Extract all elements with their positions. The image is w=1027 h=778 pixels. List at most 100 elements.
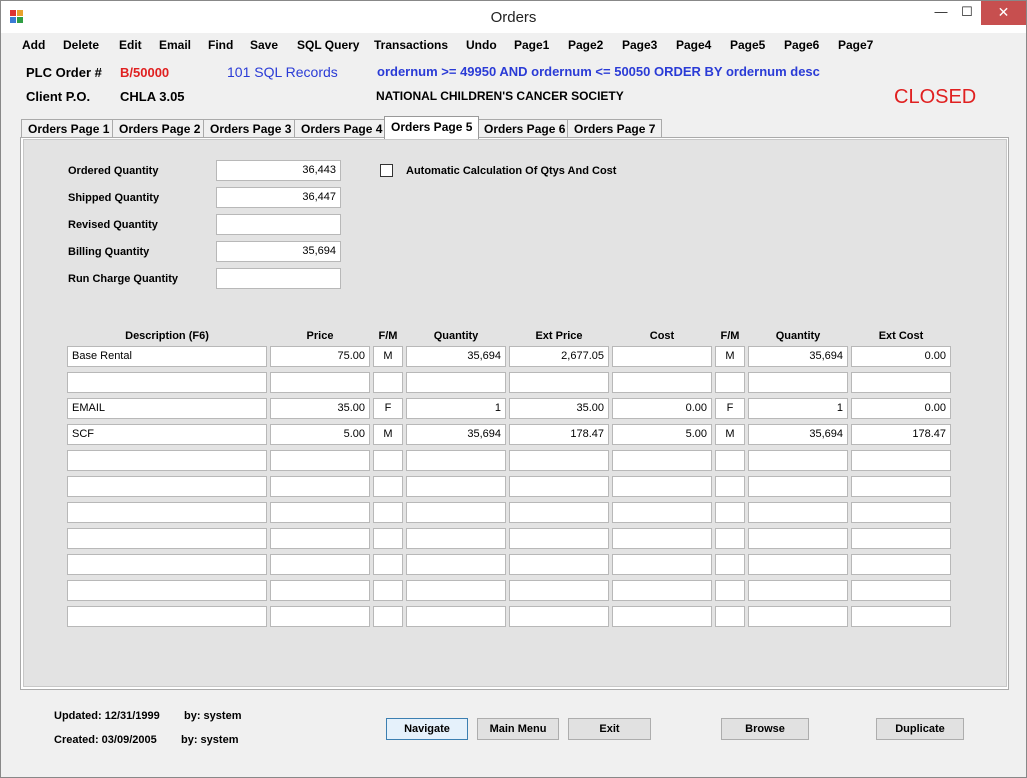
grid-cell-price-fm[interactable]: M bbox=[373, 346, 403, 367]
browse-button[interactable]: Browse bbox=[721, 718, 809, 740]
grid-cell-cost[interactable] bbox=[612, 580, 712, 601]
grid-cell-price[interactable] bbox=[270, 502, 370, 523]
grid-cell-cost-fm[interactable] bbox=[715, 372, 745, 393]
grid-cell-cost-fm[interactable] bbox=[715, 580, 745, 601]
grid-cell-quantity[interactable]: 35,694 bbox=[406, 346, 506, 367]
menu-transactions[interactable]: Transactions bbox=[374, 38, 448, 52]
grid-cell-quantity[interactable] bbox=[406, 476, 506, 497]
grid-cell-cost-fm[interactable]: F bbox=[715, 398, 745, 419]
grid-cell-description[interactable] bbox=[67, 606, 267, 627]
tab-orders-page-6[interactable]: Orders Page 6 bbox=[477, 119, 573, 138]
menu-page3[interactable]: Page3 bbox=[622, 38, 657, 52]
ordered-quantity-field[interactable]: 36,443 bbox=[216, 160, 341, 181]
grid-cell-description[interactable]: EMAIL bbox=[67, 398, 267, 419]
grid-cell-description[interactable] bbox=[67, 502, 267, 523]
menu-save[interactable]: Save bbox=[250, 38, 278, 52]
auto-calc-checkbox[interactable] bbox=[380, 164, 393, 177]
grid-cell-cost-quantity[interactable] bbox=[748, 372, 848, 393]
tab-orders-page-2[interactable]: Orders Page 2 bbox=[112, 119, 208, 138]
main-menu-button[interactable]: Main Menu bbox=[477, 718, 559, 740]
grid-cell-quantity[interactable]: 1 bbox=[406, 398, 506, 419]
grid-cell-quantity[interactable] bbox=[406, 372, 506, 393]
grid-cell-cost-quantity[interactable] bbox=[748, 528, 848, 549]
grid-cell-cost[interactable]: 0.00 bbox=[612, 398, 712, 419]
grid-cell-cost-fm[interactable] bbox=[715, 554, 745, 575]
grid-cell-ext-price[interactable] bbox=[509, 554, 609, 575]
grid-cell-description[interactable] bbox=[67, 580, 267, 601]
menu-page7[interactable]: Page7 bbox=[838, 38, 873, 52]
run-charge-quantity-field[interactable] bbox=[216, 268, 341, 289]
grid-cell-cost-quantity[interactable] bbox=[748, 554, 848, 575]
grid-cell-cost-fm[interactable] bbox=[715, 606, 745, 627]
grid-cell-ext-price[interactable] bbox=[509, 528, 609, 549]
grid-cell-price[interactable] bbox=[270, 476, 370, 497]
grid-cell-ext-price[interactable] bbox=[509, 502, 609, 523]
tab-orders-page-3[interactable]: Orders Page 3 bbox=[203, 119, 299, 138]
grid-cell-cost-quantity[interactable]: 35,694 bbox=[748, 346, 848, 367]
duplicate-button[interactable]: Duplicate bbox=[876, 718, 964, 740]
grid-cell-price[interactable] bbox=[270, 450, 370, 471]
grid-cell-cost-fm[interactable] bbox=[715, 502, 745, 523]
grid-cell-description[interactable] bbox=[67, 372, 267, 393]
grid-cell-description[interactable] bbox=[67, 450, 267, 471]
grid-cell-quantity[interactable] bbox=[406, 450, 506, 471]
menu-page4[interactable]: Page4 bbox=[676, 38, 711, 52]
menu-add[interactable]: Add bbox=[22, 38, 45, 52]
grid-cell-price-fm[interactable] bbox=[373, 554, 403, 575]
grid-cell-quantity[interactable] bbox=[406, 606, 506, 627]
grid-cell-ext-price[interactable]: 2,677.05 bbox=[509, 346, 609, 367]
grid-cell-ext-cost[interactable]: 0.00 bbox=[851, 346, 951, 367]
grid-cell-ext-price[interactable] bbox=[509, 476, 609, 497]
grid-cell-ext-price[interactable] bbox=[509, 450, 609, 471]
grid-cell-cost[interactable] bbox=[612, 554, 712, 575]
grid-cell-quantity[interactable] bbox=[406, 554, 506, 575]
grid-cell-price[interactable]: 35.00 bbox=[270, 398, 370, 419]
grid-cell-price-fm[interactable] bbox=[373, 502, 403, 523]
grid-cell-price-fm[interactable]: M bbox=[373, 424, 403, 445]
maximize-icon[interactable]: ☐ bbox=[952, 1, 982, 25]
grid-cell-ext-cost[interactable] bbox=[851, 372, 951, 393]
tab-orders-page-4[interactable]: Orders Page 4 bbox=[294, 119, 390, 138]
grid-cell-cost-fm[interactable] bbox=[715, 476, 745, 497]
grid-cell-cost-quantity[interactable] bbox=[748, 450, 848, 471]
grid-cell-cost[interactable] bbox=[612, 502, 712, 523]
menu-sql-query[interactable]: SQL Query bbox=[297, 38, 359, 52]
grid-cell-ext-cost[interactable] bbox=[851, 606, 951, 627]
grid-cell-price[interactable] bbox=[270, 554, 370, 575]
menu-edit[interactable]: Edit bbox=[119, 38, 142, 52]
grid-cell-cost-quantity[interactable] bbox=[748, 502, 848, 523]
grid-cell-cost-fm[interactable] bbox=[715, 450, 745, 471]
grid-cell-description[interactable] bbox=[67, 476, 267, 497]
grid-cell-price[interactable]: 5.00 bbox=[270, 424, 370, 445]
grid-cell-ext-price[interactable]: 35.00 bbox=[509, 398, 609, 419]
menu-find[interactable]: Find bbox=[208, 38, 233, 52]
grid-cell-price[interactable] bbox=[270, 372, 370, 393]
grid-cell-price[interactable] bbox=[270, 606, 370, 627]
grid-cell-cost[interactable] bbox=[612, 476, 712, 497]
grid-cell-cost-quantity[interactable] bbox=[748, 580, 848, 601]
grid-cell-quantity[interactable] bbox=[406, 502, 506, 523]
shipped-quantity-field[interactable]: 36,447 bbox=[216, 187, 341, 208]
menu-page6[interactable]: Page6 bbox=[784, 38, 819, 52]
grid-cell-cost[interactable] bbox=[612, 606, 712, 627]
grid-cell-ext-price[interactable]: 178.47 bbox=[509, 424, 609, 445]
grid-cell-cost[interactable] bbox=[612, 528, 712, 549]
grid-cell-quantity[interactable] bbox=[406, 580, 506, 601]
grid-cell-ext-cost[interactable] bbox=[851, 450, 951, 471]
revised-quantity-field[interactable] bbox=[216, 214, 341, 235]
navigate-button[interactable]: Navigate bbox=[386, 718, 468, 740]
tab-orders-page-1[interactable]: Orders Page 1 bbox=[21, 119, 117, 138]
close-icon[interactable]: ✕ bbox=[981, 1, 1026, 25]
grid-cell-ext-cost[interactable] bbox=[851, 476, 951, 497]
grid-cell-price-fm[interactable] bbox=[373, 450, 403, 471]
grid-cell-cost-fm[interactable]: M bbox=[715, 424, 745, 445]
grid-cell-price[interactable] bbox=[270, 528, 370, 549]
menu-email[interactable]: Email bbox=[159, 38, 191, 52]
grid-cell-ext-cost[interactable] bbox=[851, 528, 951, 549]
grid-cell-price[interactable] bbox=[270, 580, 370, 601]
grid-cell-price-fm[interactable] bbox=[373, 372, 403, 393]
grid-cell-quantity[interactable]: 35,694 bbox=[406, 424, 506, 445]
grid-cell-price-fm[interactable] bbox=[373, 476, 403, 497]
grid-cell-cost[interactable] bbox=[612, 346, 712, 367]
grid-cell-ext-price[interactable] bbox=[509, 372, 609, 393]
